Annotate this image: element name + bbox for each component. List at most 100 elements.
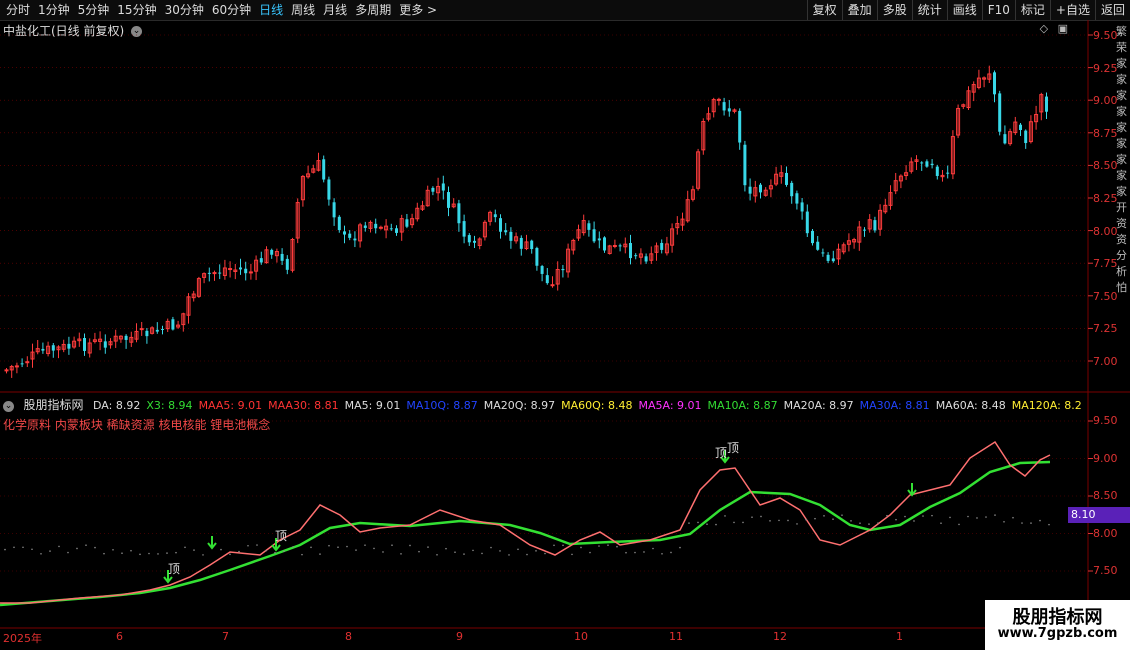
top-signal-label: 顶 — [727, 441, 739, 455]
scatter-dot — [157, 553, 159, 555]
scatter-dot — [1021, 522, 1023, 524]
candle-body — [535, 247, 539, 266]
indicator-value: MA60Q: 8.48 — [561, 399, 633, 412]
scatter-dot — [94, 546, 96, 549]
candle-body — [863, 229, 866, 231]
scatter-dot — [805, 518, 807, 521]
scatter-dot — [967, 515, 969, 518]
scatter-dot — [778, 519, 780, 522]
candle-body — [998, 93, 1002, 132]
scatter-dot — [535, 550, 537, 552]
scatter-dot — [733, 521, 735, 524]
candle-body — [1045, 96, 1048, 112]
candle-body — [743, 144, 747, 186]
candle-body — [348, 233, 352, 238]
scatter-dot — [688, 522, 690, 524]
candle-body — [244, 268, 248, 274]
scatter-dot — [472, 549, 474, 552]
scatter-dot — [202, 554, 204, 556]
price-tick-label: 8.25 — [1093, 192, 1118, 205]
indicator-value: MA5A: 9.01 — [638, 399, 702, 412]
candle-body — [946, 172, 950, 174]
scatter-dot — [382, 551, 384, 553]
scatter-dot — [328, 544, 330, 547]
candle-body — [139, 328, 144, 331]
scatter-dot — [184, 546, 186, 549]
candle-body — [4, 369, 9, 372]
scatter-dot — [103, 552, 105, 555]
kline-chart[interactable]: 顶顶顶顶 — [0, 0, 1130, 650]
candle-body — [1024, 130, 1028, 144]
scatter-dot — [715, 523, 717, 526]
scatter-dot — [1039, 519, 1041, 522]
price-tick-label: 9.50 — [1093, 29, 1118, 42]
candle-body — [239, 267, 242, 270]
candle-body — [1003, 134, 1007, 144]
scatter-dot — [436, 553, 438, 556]
candle-body — [353, 238, 357, 241]
scatter-dot — [652, 547, 654, 550]
candle-body — [660, 242, 664, 250]
candle-body — [920, 162, 924, 164]
scatter-dot — [607, 544, 609, 546]
scatter-dot — [958, 523, 960, 526]
indicator-value: MA120A: 8.2 — [1011, 399, 1082, 412]
price-tick-label: 7.00 — [1093, 355, 1118, 368]
scatter-dot — [553, 544, 555, 547]
candle-body — [592, 229, 596, 242]
candle-body — [378, 226, 383, 229]
price-tick-label: 8.75 — [1093, 126, 1118, 140]
candle-body — [67, 343, 71, 349]
candle-body — [83, 338, 86, 351]
candle-body — [748, 186, 752, 194]
scatter-dot — [985, 516, 987, 518]
candle-body — [248, 271, 253, 274]
chevron-down-icon[interactable]: ⌄ — [3, 400, 14, 412]
scatter-dot — [220, 548, 222, 551]
price-tick-label: 8.50 — [1093, 159, 1118, 173]
candle-body — [629, 242, 632, 259]
candle-body — [530, 240, 534, 250]
candle-body — [722, 102, 726, 111]
scatter-dot — [949, 516, 951, 519]
indicator-value: MA10Q: 8.87 — [406, 399, 478, 412]
candle-body — [14, 365, 19, 368]
candle-body — [618, 245, 622, 247]
scatter-dot — [418, 550, 420, 553]
candle-body — [504, 230, 508, 233]
scatter-dot — [697, 521, 699, 524]
candle-body — [826, 254, 830, 261]
indicator-value: MA30A: 8.81 — [859, 399, 930, 412]
candle-body — [161, 328, 164, 330]
scatter-dot — [895, 518, 897, 521]
date-tick-label: 2025年 — [3, 632, 42, 645]
scatter-dot — [724, 515, 726, 517]
scatter-dot — [751, 516, 753, 518]
scatter-dot — [256, 544, 258, 546]
candle-body — [831, 258, 835, 262]
candle-body — [790, 182, 794, 197]
candle-body — [603, 237, 606, 251]
scatter-dot — [373, 547, 375, 550]
price-tick-label: 9.00 — [1093, 451, 1118, 465]
scatter-dot — [886, 514, 888, 517]
scatter-dot — [31, 548, 33, 551]
price-tick-label: 7.75 — [1093, 257, 1118, 271]
indicator-value: MA5: 9.01 — [344, 399, 401, 412]
candle-body — [759, 184, 762, 193]
scatter-dot — [454, 551, 456, 554]
scatter-dot — [544, 552, 546, 555]
date-tick-label: 9 — [456, 630, 463, 643]
date-tick-label: 7 — [222, 630, 229, 643]
scatter-dot — [562, 544, 564, 547]
scatter-dot — [625, 551, 627, 554]
candle-body — [441, 183, 445, 191]
date-tick-label: 11 — [669, 630, 683, 643]
top-signal-label: 顶 — [715, 446, 727, 460]
watermark: 股朋指标网 www.7gpzb.com — [985, 600, 1130, 650]
scatter-dot — [841, 514, 843, 516]
scatter-dot — [877, 522, 879, 524]
scatter-dot — [616, 545, 618, 548]
candle-body — [930, 163, 934, 166]
candle-body — [545, 275, 549, 284]
